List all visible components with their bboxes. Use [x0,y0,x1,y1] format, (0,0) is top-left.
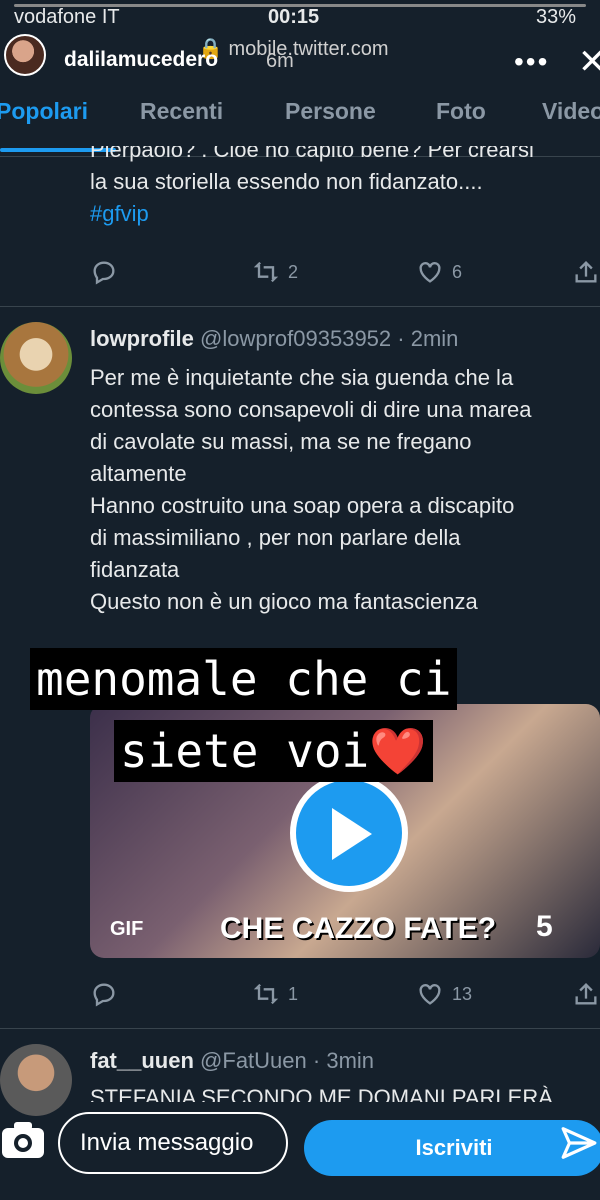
close-icon[interactable]: ✕ [578,42,600,82]
tweet-divider [0,1028,600,1029]
camera-icon [2,1122,44,1158]
author-name[interactable]: fat__uuen [90,1048,194,1073]
tweet-1-text: Pierpaolo? . Cioè ho capito bene? Per cr… [90,146,600,242]
tab-foto[interactable]: Foto [436,98,486,125]
tweet-time: · 3min [312,1048,375,1073]
status-bar: vodafone IT 00:15 33% [0,0,600,34]
story-caption-line-1: menomale che ci [30,648,458,710]
share-icon [575,261,597,283]
retweet-button[interactable]: 1 [252,980,298,1008]
reply-icon [93,261,115,285]
gif-badge: GIF [110,918,144,940]
media-caption: CHE CAZZO FATE? [220,912,497,945]
like-button[interactable]: 13 [416,980,472,1008]
tab-recenti[interactable]: Recenti [140,98,223,125]
retweet-icon [253,983,279,1005]
clock: 00:15 [268,6,320,28]
send-icon[interactable] [560,1124,598,1162]
story-username[interactable]: dalilamucedero [64,48,218,72]
tab-video[interactable]: Video [542,98,600,125]
tab-persone[interactable]: Persone [285,98,376,125]
hashtag-link[interactable]: #gfvip [90,198,600,230]
tweet-2-header: lowprofile @lowprof09353952 · 2min [90,326,458,352]
tweet-time: · 2min [397,326,459,351]
battery-level: 33% [536,6,577,28]
tweet-divider [0,306,600,307]
author-name[interactable]: lowprofile [90,326,194,351]
carrier-label: vodafone IT [14,6,120,28]
share-icon [575,983,597,1005]
reply-button[interactable] [90,258,118,286]
story-header: 🔒 mobile.twitter.com dalilamucedero 6m •… [0,30,600,94]
author-handle[interactable]: @FatUuen [200,1048,307,1073]
tweet-2-avatar[interactable] [0,322,72,394]
story-avatar[interactable] [4,34,46,76]
story-reply-bar: Iscriviti [0,1104,600,1200]
play-icon [332,808,372,860]
tweet-3-header: fat__uuen @FatUuen · 3min [90,1048,374,1074]
message-input[interactable] [58,1112,288,1174]
channel-logo: 5 [536,910,553,943]
camera-button[interactable] [0,1120,48,1168]
like-icon [419,262,441,283]
tweet-3-text: STEFANIA SECONDO ME DOMANI PARLERÀ [90,1085,553,1102]
tab-popolari[interactable]: Popolari [0,98,88,125]
like-button[interactable]: 6 [416,258,462,286]
retweet-button[interactable]: 2 [252,258,298,286]
tweet-2-text: Per me è inquietante che sia guenda che … [90,365,532,614]
like-icon [419,984,441,1005]
share-button[interactable] [572,980,600,1008]
reply-button[interactable] [90,980,118,1008]
more-icon[interactable]: ••• [514,46,549,78]
subscribe-button[interactable]: Iscriviti [304,1120,600,1176]
reply-icon [93,983,115,1007]
author-handle[interactable]: @lowprof09353952 [200,326,391,351]
retweet-icon [253,261,279,283]
heart-emoji: ❤️ [369,724,427,778]
share-button[interactable] [572,258,600,286]
story-time: 6m [266,50,294,72]
story-caption-line-2: siete voi❤️ [114,720,433,782]
play-button[interactable] [290,774,408,892]
